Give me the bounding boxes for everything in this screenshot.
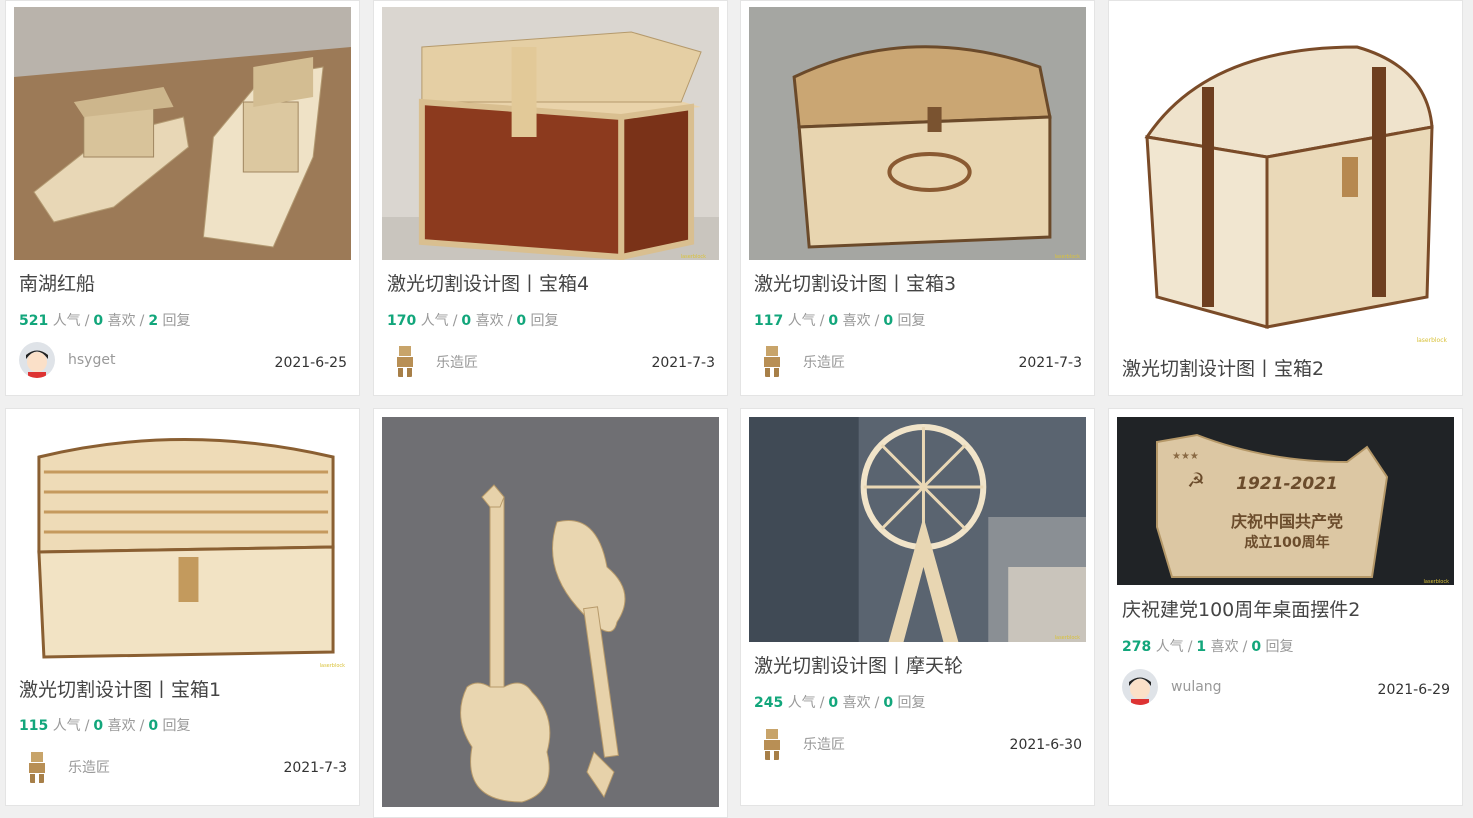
plaque-line2: 成立100周年	[1244, 534, 1329, 551]
avatar[interactable]	[754, 342, 790, 378]
popularity-count: 115	[19, 718, 49, 734]
post-date: 2021-6-25	[274, 355, 347, 371]
post-card[interactable]: laserblock 激光切割设计图丨摩天轮 245 人气/0 喜欢/0 回复 …	[740, 408, 1095, 806]
reply-count: 0	[516, 313, 527, 329]
post-card[interactable]: laserblock 激光切割设计图丨宝箱1 115 人气/0 喜欢/0 回复 …	[5, 408, 360, 806]
post-title[interactable]: 激光切割设计图丨宝箱2	[1122, 354, 1454, 381]
watermark: laserblock	[320, 663, 345, 669]
star-icon: ★★★	[1172, 451, 1199, 462]
like-count: 0	[461, 313, 472, 329]
post-card[interactable]: laserblock 激光切割设计图丨宝箱4 170 人气/0 喜欢/0 回复 …	[373, 0, 728, 396]
post-card[interactable]: 南湖红船 521 人气/0 喜欢/2 回复 hsyget 2021-6-25	[5, 0, 360, 396]
avatar[interactable]	[754, 725, 790, 761]
post-stats: 245 人气/0 喜欢/0 回复	[754, 695, 926, 711]
post-date: 2021-7-3	[651, 355, 715, 371]
watermark: laserblock	[1424, 579, 1450, 585]
avatar[interactable]	[387, 342, 423, 378]
author-name[interactable]: 乐造匠	[68, 757, 110, 777]
avatar[interactable]	[19, 748, 55, 784]
post-card[interactable]: laserblock 激光切割设计图丨宝箱3 117 人气/0 喜欢/0 回复 …	[740, 0, 1095, 396]
post-date: 2021-7-3	[283, 760, 347, 776]
post-thumbnail[interactable]	[14, 7, 351, 260]
hammer-sickle-icon: ☭	[1187, 468, 1205, 492]
watermark: laserblock	[1054, 254, 1080, 260]
like-count: 0	[828, 313, 839, 329]
avatar[interactable]	[1122, 669, 1158, 705]
post-date: 2021-6-30	[1009, 737, 1082, 753]
post-title[interactable]: 激光切割设计图丨宝箱3	[754, 269, 1086, 296]
post-stats: 170 人气/0 喜欢/0 回复	[387, 313, 559, 329]
post-thumbnail[interactable]: laserblock	[749, 7, 1086, 260]
watermark: laserblock	[1416, 337, 1447, 344]
author-name[interactable]: 乐造匠	[803, 734, 845, 754]
post-stats: 521 人气/0 喜欢/2 回复	[19, 313, 191, 329]
post-card[interactable]	[373, 408, 728, 818]
post-date: 2021-7-3	[1018, 355, 1082, 371]
reply-count: 0	[148, 718, 159, 734]
post-card[interactable]: ★★★ ☭ 1921-2021 庆祝中国共产党 成立100周年 laserblo…	[1108, 408, 1463, 806]
popularity-count: 521	[19, 313, 49, 329]
like-count: 1	[1196, 639, 1207, 655]
post-title[interactable]: 激光切割设计图丨宝箱1	[19, 675, 351, 702]
author-name[interactable]: hsyget	[68, 352, 115, 368]
reply-count: 0	[883, 313, 894, 329]
popularity-count: 278	[1122, 639, 1152, 655]
post-stats: 117 人气/0 喜欢/0 回复	[754, 313, 926, 329]
avatar[interactable]	[19, 342, 55, 378]
reply-count: 0	[883, 695, 894, 711]
like-count: 0	[93, 718, 104, 734]
post-date: 2021-6-29	[1377, 682, 1450, 698]
post-thumbnail[interactable]: laserblock	[1117, 7, 1454, 347]
post-thumbnail[interactable]: laserblock	[749, 417, 1086, 642]
author-name[interactable]: 乐造匠	[436, 352, 478, 372]
post-stats: 278 人气/1 喜欢/0 回复	[1122, 639, 1294, 655]
watermark: laserblock	[1055, 635, 1080, 641]
post-title[interactable]: 激光切割设计图丨摩天轮	[754, 651, 1086, 678]
reply-count: 0	[1251, 639, 1262, 655]
author-name[interactable]: wulang	[1171, 679, 1222, 695]
like-count: 0	[93, 313, 104, 329]
like-count: 0	[828, 695, 839, 711]
post-card[interactable]: laserblock 激光切割设计图丨宝箱2	[1108, 0, 1463, 396]
popularity-count: 245	[754, 695, 784, 711]
post-title[interactable]: 激光切割设计图丨宝箱4	[387, 269, 719, 296]
post-thumbnail[interactable]: laserblock	[14, 417, 351, 669]
plaque-line1: 庆祝中国共产党	[1230, 512, 1343, 531]
watermark: laserblock	[681, 254, 706, 260]
post-stats: 115 人气/0 喜欢/0 回复	[19, 718, 191, 734]
post-title[interactable]: 南湖红船	[19, 269, 351, 296]
popularity-count: 170	[387, 313, 417, 329]
post-thumbnail[interactable]: laserblock	[382, 7, 719, 260]
plaque-years: 1921-2021	[1236, 474, 1338, 494]
popularity-count: 117	[754, 313, 784, 329]
author-name[interactable]: 乐造匠	[803, 352, 845, 372]
post-title[interactable]: 庆祝建党100周年桌面摆件2	[1122, 595, 1454, 622]
reply-count: 2	[148, 313, 159, 329]
post-thumbnail[interactable]: ★★★ ☭ 1921-2021 庆祝中国共产党 成立100周年 laserblo…	[1117, 417, 1454, 585]
post-thumbnail[interactable]	[382, 417, 719, 807]
